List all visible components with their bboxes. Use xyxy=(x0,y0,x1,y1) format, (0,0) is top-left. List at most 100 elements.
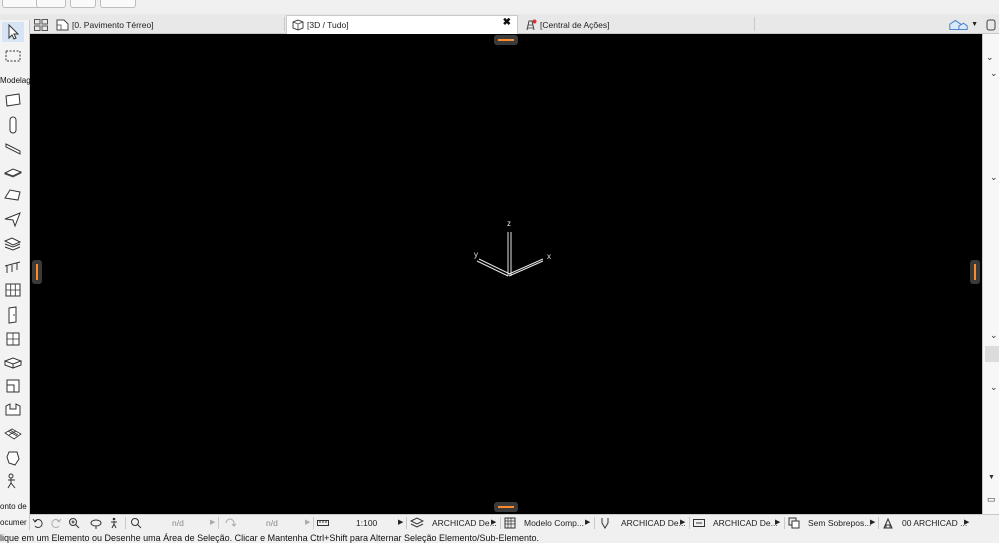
layer-combination-dropdown[interactable]: ARCHICAD De... xyxy=(410,515,498,531)
divider xyxy=(594,517,595,529)
wall-tool[interactable] xyxy=(2,90,24,110)
graphic-override-dropdown[interactable]: Sem Sobrepos... xyxy=(788,515,878,531)
shell-icon xyxy=(4,212,21,228)
navigator-button[interactable]: ▼ xyxy=(944,15,982,34)
divider xyxy=(689,517,690,529)
tab-label: [0. Pavimento Térreo] xyxy=(72,19,154,30)
chevron-right-icon[interactable]: ▶ xyxy=(210,518,215,526)
tab-3d-view[interactable]: [3D / Tudo] ✖ xyxy=(286,15,518,34)
chevron-right-icon[interactable]: ▶ xyxy=(870,518,875,526)
object-icon xyxy=(4,357,22,369)
quick-options-bar: n/d ▶ n/d ▶ 1:100 ▶ ARCHICAD De... ▶ Mod… xyxy=(30,514,999,530)
curtain-wall-tool[interactable] xyxy=(2,280,24,300)
tab-action-center[interactable]: [Central de Ações] xyxy=(520,15,753,34)
toolbox: Modelag onto de ocumer xyxy=(0,20,30,530)
view-setting-2[interactable]: n/d xyxy=(266,515,306,531)
tab-label: [3D / Tudo] xyxy=(307,20,349,30)
railing-tool[interactable] xyxy=(2,257,24,277)
floor-plan-icon xyxy=(56,19,69,30)
tab-floor-plan[interactable]: [0. Pavimento Térreo] xyxy=(52,15,282,34)
chevron-down-icon[interactable]: ⌄ xyxy=(990,330,998,341)
column-tool[interactable] xyxy=(2,115,24,135)
marquee-icon xyxy=(5,50,21,62)
morph-icon xyxy=(5,403,21,416)
renovation-filter-dropdown[interactable]: 00 ARCHICAD ... xyxy=(882,515,972,531)
roof-tool[interactable] xyxy=(2,185,24,205)
tab-label: [Central de Ações] xyxy=(540,19,610,30)
door-tool[interactable] xyxy=(2,305,24,325)
figure-icon xyxy=(7,473,16,489)
object-tool[interactable] xyxy=(2,353,24,373)
top-toolbar xyxy=(0,0,999,14)
figure-tool[interactable] xyxy=(2,471,24,491)
divider xyxy=(218,517,219,529)
rotate-icon xyxy=(225,518,236,527)
shell-tool[interactable] xyxy=(2,209,24,229)
pen-set-dropdown[interactable]: ARCHICAD De... xyxy=(600,515,686,531)
panel-corner-icon[interactable]: ▭ xyxy=(987,494,996,505)
morph-tool[interactable] xyxy=(2,400,24,420)
model-view-dropdown[interactable]: Modelo Comp... xyxy=(504,515,590,531)
tab-divider xyxy=(754,17,755,31)
beam-icon xyxy=(5,143,21,155)
divider xyxy=(784,517,785,529)
arrow-tool[interactable] xyxy=(2,22,24,42)
beam-tool[interactable] xyxy=(2,139,24,159)
chevron-down-icon[interactable]: ⌄ xyxy=(986,52,994,63)
chevron-right-icon[interactable]: ▶ xyxy=(964,518,969,526)
slab-tool[interactable] xyxy=(2,162,24,182)
close-icon[interactable]: ✖ xyxy=(503,17,511,28)
column-icon xyxy=(9,116,17,134)
fill-tool[interactable] xyxy=(2,448,24,468)
mesh-icon xyxy=(4,428,22,440)
toolbar-button-4[interactable] xyxy=(100,0,136,8)
walk-icon xyxy=(111,517,117,529)
3d-viewport[interactable]: z y x xyxy=(30,34,982,514)
stair-icon xyxy=(4,237,22,251)
slab-icon xyxy=(4,168,22,178)
rotate-view-button[interactable] xyxy=(224,515,238,531)
divider xyxy=(313,517,314,529)
mesh-tool[interactable] xyxy=(2,424,24,444)
curtain-wall-icon xyxy=(5,283,21,297)
stair-tool[interactable] xyxy=(2,233,24,253)
zoom-fit-button[interactable] xyxy=(130,515,144,531)
zoom-button[interactable] xyxy=(68,515,82,531)
chevron-right-icon[interactable]: ▶ xyxy=(491,518,496,526)
view-setting-1[interactable]: n/d xyxy=(172,515,212,531)
zone-tool[interactable] xyxy=(2,376,24,396)
dimension-dropdown[interactable]: ARCHICAD De... xyxy=(693,515,781,531)
marquee-tool[interactable] xyxy=(2,46,24,66)
chevron-right-icon[interactable]: ▶ xyxy=(305,518,310,526)
point-group-label: onto de xyxy=(0,502,27,511)
scroll-down-icon[interactable]: ▼ xyxy=(988,474,995,481)
chevron-right-icon[interactable]: ▶ xyxy=(680,518,685,526)
chevron-down-icon[interactable]: ⌄ xyxy=(990,382,998,393)
scale-dropdown[interactable]: 1:100 xyxy=(356,515,402,531)
tab-overview-button[interactable] xyxy=(32,15,50,34)
chevron-right-icon[interactable]: ▶ xyxy=(398,518,403,526)
redo-button[interactable] xyxy=(50,515,64,531)
chevron-right-icon[interactable]: ▶ xyxy=(585,518,590,526)
window-tool[interactable] xyxy=(2,329,24,349)
grid-view-icon xyxy=(34,18,48,31)
3d-window-icon xyxy=(292,19,304,31)
undo-button[interactable] xyxy=(32,515,46,531)
divider xyxy=(406,517,407,529)
walk-button[interactable] xyxy=(108,515,122,531)
chevron-down-icon: ▼ xyxy=(971,21,978,28)
chevron-right-icon[interactable]: ▶ xyxy=(775,518,780,526)
orbit-button[interactable] xyxy=(90,515,104,531)
chevron-down-icon[interactable]: ⌄ xyxy=(990,172,998,183)
panel-scrollbar-thumb[interactable] xyxy=(985,346,999,362)
panel-toggle[interactable] xyxy=(985,15,999,34)
toolbar-button-3[interactable] xyxy=(70,0,96,8)
toolbar-button-2[interactable] xyxy=(36,0,66,8)
arrow-pointer-icon xyxy=(8,23,20,40)
railing-icon xyxy=(4,261,21,273)
redo-icon xyxy=(51,518,62,528)
chevron-down-icon[interactable]: ⌄ xyxy=(990,68,998,79)
zoom-in-icon xyxy=(69,518,80,529)
dimension-icon xyxy=(693,519,705,527)
design-group-label: Modelag xyxy=(0,76,30,85)
